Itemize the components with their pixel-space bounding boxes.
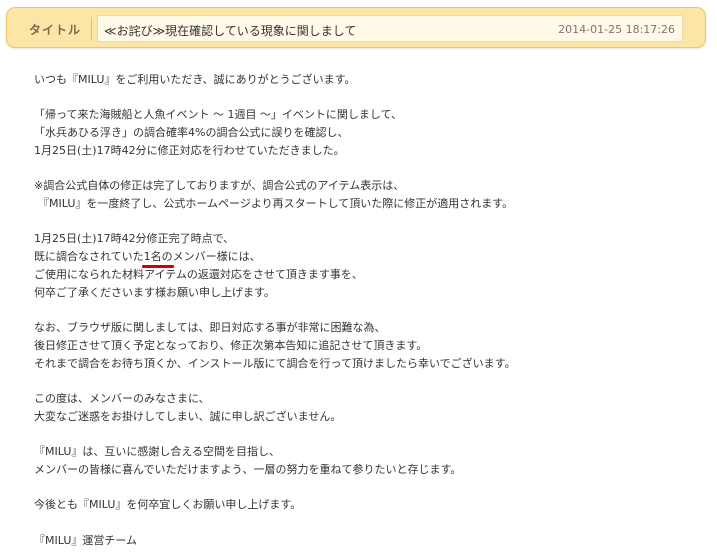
body-line: メンバーの皆様に喜んでいただけますよう、一層の努力を重ねて参りたいと存じます。 <box>34 463 462 476</box>
body-text-fragment: メンバー様には、 <box>172 250 261 263</box>
body-text-fragment: 既に調合なされていた <box>34 250 144 263</box>
title-header-bar: タイトル ≪お詫び≫現在確認している現象に関しまして 2014-01-25 18… <box>6 7 706 48</box>
header-divider <box>91 17 92 40</box>
paragraph-commitment: 『MILU』は、互いに感謝し合える空間を目指し、 メンバーの皆様に喜んでいただけ… <box>34 443 694 479</box>
title-label: タイトル <box>29 23 82 37</box>
highlighted-count: 1名の <box>141 248 174 268</box>
body-line: 「水兵あひる浮き」の調合確率4%の調合公式に誤りを確認し、 <box>34 126 349 139</box>
body-line: ご使用になられた材料アイテムの返還対応をさせて頂きます事を、 <box>34 268 363 281</box>
paragraph-browser-version: なお、ブラウザ版に関しましては、即日対応する事が非常に困難な為、 後日修正させて… <box>34 319 694 373</box>
paragraph-closing: 今後とも『MILU』を何卒宜しくお願い申し上げます。 <box>34 496 694 514</box>
body-line: この度は、メンバーのみなさまに、 <box>34 392 210 405</box>
signature-text: 『MILU』運営チーム <box>34 534 138 547</box>
body-line: なお、ブラウザ版に関しましては、即日対応する事が非常に困難な為、 <box>34 321 386 334</box>
paragraph-note: ※調合公式自体の修正は完了しておりますが、調合公式のアイテム表示は、 『MILU… <box>34 177 694 213</box>
notice-body: いつも『MILU』をご利用いただき、誠にありがとうございます。 「帰って来た海賊… <box>34 71 694 550</box>
paragraph-apology: この度は、メンバーのみなさまに、 大変なご迷惑をお掛けしてしまい、誠に申し訳ござ… <box>34 390 694 426</box>
body-line: 何卒ご了承くださいます様お願い申し上げます。 <box>34 286 275 299</box>
body-line: ※調合公式自体の修正は完了しておりますが、調合公式のアイテム表示は、 <box>34 179 405 192</box>
body-line: 1月25日(土)17時42分修正完了時点で、 <box>34 232 235 245</box>
body-line: 今後とも『MILU』を何卒宜しくお願い申し上げます。 <box>34 498 302 511</box>
notice-date: 2014-01-25 18:17:26 <box>558 23 675 36</box>
body-line: 後日修正させて頂く予定となっており、修正次第本告知に追記させて頂きます。 <box>34 339 428 352</box>
signature: 『MILU』運営チーム <box>34 532 694 550</box>
paragraph-event-fix: 「帰って来た海賊船と人魚イベント 〜 1週目 〜」イベントに関しまして、 「水兵… <box>34 106 694 160</box>
body-line: 『MILU』を一度終了し、公式ホームページより再スタートして頂いた際に修正が適用… <box>38 197 514 210</box>
notice-title: ≪お詫び≫現在確認している現象に関しまして <box>104 24 357 38</box>
body-line: 1月25日(土)17時42分に修正対応を行わせていただきました。 <box>34 144 345 157</box>
body-line: 大変なご迷惑をお掛けしてしまい、誠に申し訳ございません。 <box>34 410 342 423</box>
body-line: 既に調合なされていた1名のメンバー様には、 <box>34 248 694 268</box>
body-line: 『MILU』は、互いに感謝し合える空間を目指し、 <box>34 445 281 458</box>
body-line: 「帰って来た海賊船と人魚イベント 〜 1週目 〜」イベントに関しまして、 <box>34 108 403 121</box>
body-line: それまで調合をお待ち頂くか、インストール版にて調合を行って頂けましたら幸いでござ… <box>34 357 516 370</box>
title-field: ≪お詫び≫現在確認している現象に関しまして 2014-01-25 18:17:2… <box>97 15 683 42</box>
paragraph-compensation: 1月25日(土)17時42分修正完了時点で、 既に調合なされていた1名のメンバー… <box>34 230 694 302</box>
body-line: いつも『MILU』をご利用いただき、誠にありがとうございます。 <box>34 73 356 86</box>
paragraph-greeting: いつも『MILU』をご利用いただき、誠にありがとうございます。 <box>34 71 694 89</box>
